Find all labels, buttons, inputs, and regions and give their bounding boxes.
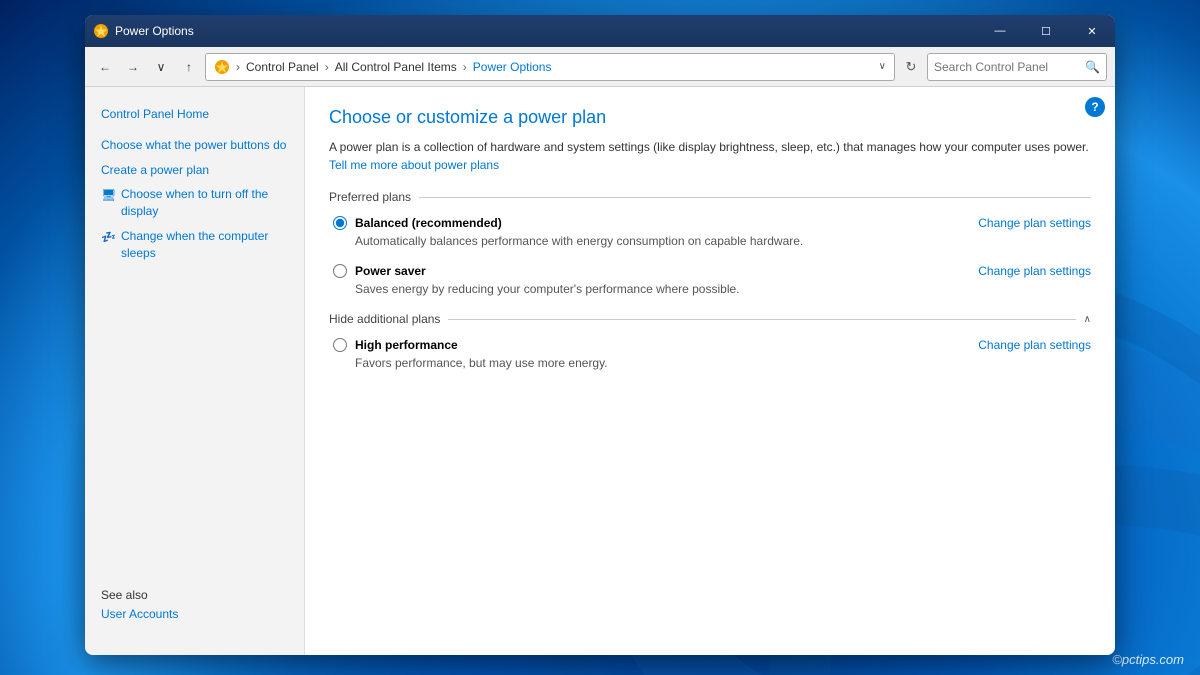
display-icon: 🖥 <box>101 187 117 203</box>
window-controls: — ☐ ✕ <box>977 15 1115 47</box>
sidebar: Control Panel Home Choose what the power… <box>85 87 305 655</box>
plan-balanced-name: Balanced (recommended) <box>355 216 502 230</box>
plan-balanced: Balanced (recommended) Change plan setti… <box>329 216 1091 248</box>
nav-forward-button[interactable]: → <box>121 55 145 79</box>
window: Power Options — ☐ ✕ ← → ∨ ↑ › Control Pa… <box>85 15 1115 655</box>
window-title: Power Options <box>115 24 977 38</box>
plan-high-performance-row: High performance Change plan settings <box>333 338 1091 352</box>
sidebar-link-power-buttons[interactable]: Choose what the power buttons do <box>85 134 304 157</box>
sidebar-link-turn-off-display[interactable]: 🖥 Choose when to turn off the display <box>85 183 304 223</box>
search-input[interactable] <box>934 60 1081 74</box>
plan-high-performance-name: High performance <box>355 338 458 352</box>
sidebar-see-also: See also User Accounts <box>85 572 304 639</box>
sleep-icon: 💤 <box>101 229 117 245</box>
sidebar-sleep-label: Change when the computer sleeps <box>121 228 288 262</box>
breadcrumb-all-items[interactable]: All Control Panel Items <box>335 60 457 74</box>
sidebar-link-home[interactable]: Control Panel Home <box>85 103 304 126</box>
plan-power-saver-label[interactable]: Power saver <box>333 264 426 278</box>
high-performance-change-settings-link[interactable]: Change plan settings <box>978 338 1091 352</box>
minimize-button[interactable]: — <box>977 15 1023 47</box>
plan-power-saver: Power saver Change plan settings Saves e… <box>329 264 1091 296</box>
preferred-plans-header: Preferred plans <box>329 190 1091 204</box>
nav-up-button[interactable]: ↑ <box>177 55 201 79</box>
see-also-label: See also <box>101 588 288 602</box>
plan-power-saver-desc: Saves energy by reducing your computer's… <box>355 282 1091 296</box>
plan-balanced-label[interactable]: Balanced (recommended) <box>333 216 502 230</box>
sidebar-display-label: Choose when to turn off the display <box>121 186 288 220</box>
app-icon <box>93 23 109 39</box>
nav-back-button[interactable]: ← <box>93 55 117 79</box>
content-area: Control Panel Home Choose what the power… <box>85 87 1115 655</box>
plan-high-performance: High performance Change plan settings Fa… <box>329 338 1091 370</box>
sidebar-link-create-plan[interactable]: Create a power plan <box>85 159 304 182</box>
plan-high-performance-desc: Favors performance, but may use more ene… <box>355 356 1091 370</box>
sidebar-link-sleep[interactable]: 💤 Change when the computer sleeps <box>85 225 304 265</box>
breadcrumb-current: Power Options <box>473 60 552 74</box>
main-panel: ? Choose or customize a power plan A pow… <box>305 87 1115 655</box>
balanced-change-settings-link[interactable]: Change plan settings <box>978 216 1091 230</box>
additional-plans-label: Hide additional plans <box>329 312 440 326</box>
titlebar: Power Options — ☐ ✕ <box>85 15 1115 47</box>
nav-down-button[interactable]: ∨ <box>149 55 173 79</box>
sidebar-create-plan-label: Create a power plan <box>101 162 209 179</box>
addressbar: ← → ∨ ↑ › Control Panel › All Control Pa… <box>85 47 1115 87</box>
address-dropdown-arrow[interactable]: ∨ <box>879 61 886 72</box>
user-accounts-label: User Accounts <box>101 606 178 623</box>
sidebar-power-buttons-label: Choose what the power buttons do <box>101 137 286 154</box>
plan-balanced-desc: Automatically balances performance with … <box>355 234 1091 248</box>
maximize-button[interactable]: ☐ <box>1023 15 1069 47</box>
plan-power-saver-radio[interactable] <box>333 264 347 278</box>
preferred-plans-label: Preferred plans <box>329 190 411 204</box>
plan-balanced-radio[interactable] <box>333 216 347 230</box>
additional-plans-divider <box>448 319 1075 320</box>
search-box[interactable]: 🔍 <box>927 53 1107 81</box>
sidebar-home-label: Control Panel Home <box>101 106 209 123</box>
refresh-button[interactable]: ↻ <box>899 55 923 79</box>
page-title: Choose or customize a power plan <box>329 107 1091 128</box>
breadcrumb-sep2: › <box>325 60 329 74</box>
close-button[interactable]: ✕ <box>1069 15 1115 47</box>
learn-more-link[interactable]: Tell me more about power plans <box>329 158 499 172</box>
help-button[interactable]: ? <box>1085 97 1105 117</box>
breadcrumb-sep1: › <box>236 60 240 74</box>
power-saver-change-settings-link[interactable]: Change plan settings <box>978 264 1091 278</box>
watermark: ©pctips.com <box>1112 652 1184 667</box>
additional-plans-chevron[interactable]: ∧ <box>1084 314 1091 325</box>
plan-power-saver-name: Power saver <box>355 264 426 278</box>
breadcrumb-sep3: › <box>463 60 467 74</box>
address-box[interactable]: › Control Panel › All Control Panel Item… <box>205 53 895 81</box>
plan-high-performance-radio[interactable] <box>333 338 347 352</box>
page-description: A power plan is a collection of hardware… <box>329 138 1091 174</box>
plan-balanced-row: Balanced (recommended) Change plan setti… <box>333 216 1091 230</box>
breadcrumb-control-panel[interactable]: Control Panel <box>246 60 319 74</box>
sidebar-link-user-accounts[interactable]: User Accounts <box>101 606 288 623</box>
plan-power-saver-row: Power saver Change plan settings <box>333 264 1091 278</box>
search-icon: 🔍 <box>1085 60 1100 74</box>
address-icon <box>214 59 230 75</box>
plan-high-performance-label[interactable]: High performance <box>333 338 458 352</box>
additional-plans-header: Hide additional plans ∧ <box>329 312 1091 326</box>
preferred-plans-divider <box>419 197 1091 198</box>
